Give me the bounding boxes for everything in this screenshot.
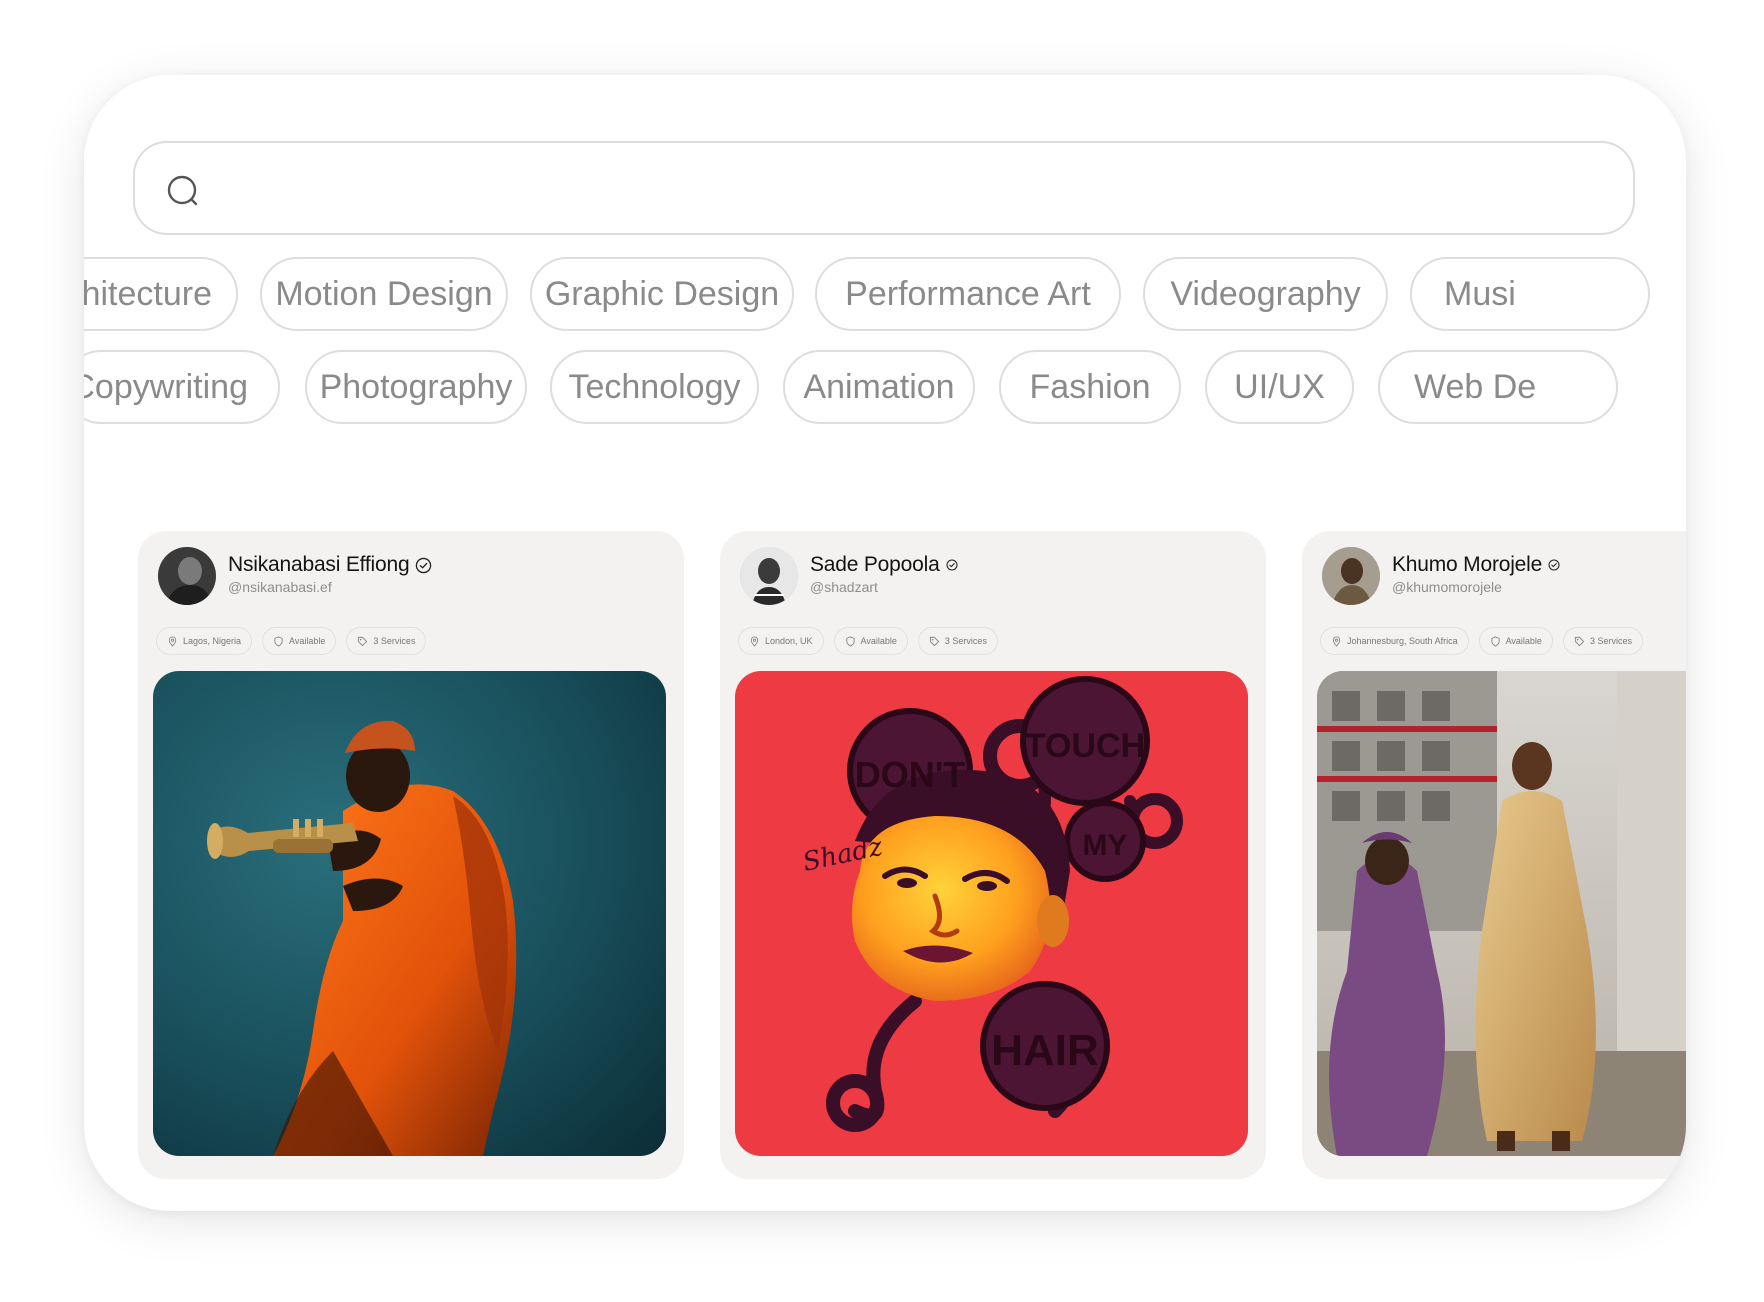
location-pin-icon bbox=[1332, 635, 1341, 647]
meta-row: Lagos, Nigeria Available 3 Services bbox=[156, 627, 427, 655]
dont-touch-my-hair-illustration-icon: DON'T TOUCH MY HAIR Shadz bbox=[735, 671, 1248, 1156]
meta-row: Johannesburg, South Africa Available 3 S… bbox=[1320, 627, 1643, 655]
chip-photography[interactable]: Photography bbox=[305, 350, 527, 424]
verified-badge-icon bbox=[416, 557, 432, 573]
creator-name[interactable]: Nsikanabasi Effiong bbox=[228, 553, 410, 577]
chip-videography[interactable]: Videography bbox=[1143, 257, 1388, 331]
chip-animation[interactable]: Animation bbox=[783, 350, 975, 424]
chip-graphic-design[interactable]: Graphic Design bbox=[530, 257, 794, 331]
avatar bbox=[158, 547, 216, 605]
chip-music[interactable]: Musi bbox=[1410, 257, 1650, 331]
tag-icon bbox=[358, 636, 368, 646]
shield-icon bbox=[274, 635, 283, 647]
creator-handle: @shadzart bbox=[810, 579, 878, 595]
location-pin-icon bbox=[168, 635, 177, 647]
chip-web-design[interactable]: Web De bbox=[1378, 350, 1618, 424]
artwork-image[interactable] bbox=[153, 671, 666, 1156]
avatar bbox=[740, 547, 798, 605]
creator-handle: @khumomorojele bbox=[1392, 579, 1502, 595]
location-badge: Lagos, Nigeria bbox=[156, 627, 253, 655]
creator-card[interactable]: Khumo Morojele @khumomorojele Johannesbu… bbox=[1302, 531, 1686, 1179]
chip-architecture[interactable]: chitecture bbox=[84, 257, 238, 331]
verified-badge-icon bbox=[1548, 559, 1560, 571]
shield-icon bbox=[1490, 635, 1500, 647]
creator-card[interactable]: Sade Popoola @shadzart London, UK Availa… bbox=[720, 531, 1266, 1179]
meta-row: London, UK Available 3 Services bbox=[738, 627, 998, 655]
tag-icon bbox=[1574, 636, 1585, 646]
search-input[interactable] bbox=[225, 161, 1609, 219]
browser-frame: chitecture Motion Design Graphic Design … bbox=[84, 75, 1686, 1211]
artwork-image[interactable]: DON'T TOUCH MY HAIR Shadz bbox=[735, 671, 1248, 1156]
chip-ui-ux[interactable]: UI/UX bbox=[1205, 350, 1354, 424]
search-icon bbox=[167, 175, 198, 206]
chip-performance-art[interactable]: Performance Art bbox=[815, 257, 1121, 331]
services-badge: 3 Services bbox=[917, 627, 998, 655]
stage: chitecture Motion Design Graphic Design … bbox=[0, 0, 1764, 1302]
creator-name[interactable]: Sade Popoola bbox=[810, 553, 940, 577]
availability-badge: Available bbox=[262, 627, 337, 655]
artwork-image[interactable] bbox=[1317, 671, 1686, 1156]
art-text-dont: DON'T bbox=[855, 754, 966, 795]
art-text-hair: HAIR bbox=[991, 1026, 1099, 1075]
art-text-touch: TOUCH bbox=[1025, 727, 1145, 765]
location-pin-icon bbox=[750, 635, 759, 647]
availability-badge: Available bbox=[1478, 627, 1553, 655]
creator-handle: @nsikanabasi.ef bbox=[228, 579, 332, 595]
street-fashion-photo-icon bbox=[1317, 671, 1686, 1156]
search-bar[interactable] bbox=[133, 141, 1635, 235]
services-badge: 3 Services bbox=[346, 627, 427, 655]
tag-icon bbox=[929, 636, 940, 646]
avatar bbox=[1322, 547, 1380, 605]
creator-name[interactable]: Khumo Morojele bbox=[1392, 553, 1542, 577]
location-badge: Johannesburg, South Africa bbox=[1320, 627, 1469, 655]
shield-icon bbox=[845, 635, 855, 647]
availability-badge: Available bbox=[833, 627, 908, 655]
trumpet-player-photo-icon bbox=[153, 671, 666, 1156]
chip-motion-design[interactable]: Motion Design bbox=[260, 257, 508, 331]
verified-badge-icon bbox=[946, 559, 958, 571]
chip-technology[interactable]: Technology bbox=[550, 350, 759, 424]
services-badge: 3 Services bbox=[1562, 627, 1643, 655]
location-badge: London, UK bbox=[738, 627, 824, 655]
chip-fashion[interactable]: Fashion bbox=[999, 350, 1181, 424]
creator-card[interactable]: Nsikanabasi Effiong @nsikanabasi.ef Lago… bbox=[138, 531, 684, 1179]
chip-copywriting[interactable]: Copywriting bbox=[84, 350, 280, 424]
art-text-my: MY bbox=[1083, 829, 1128, 862]
